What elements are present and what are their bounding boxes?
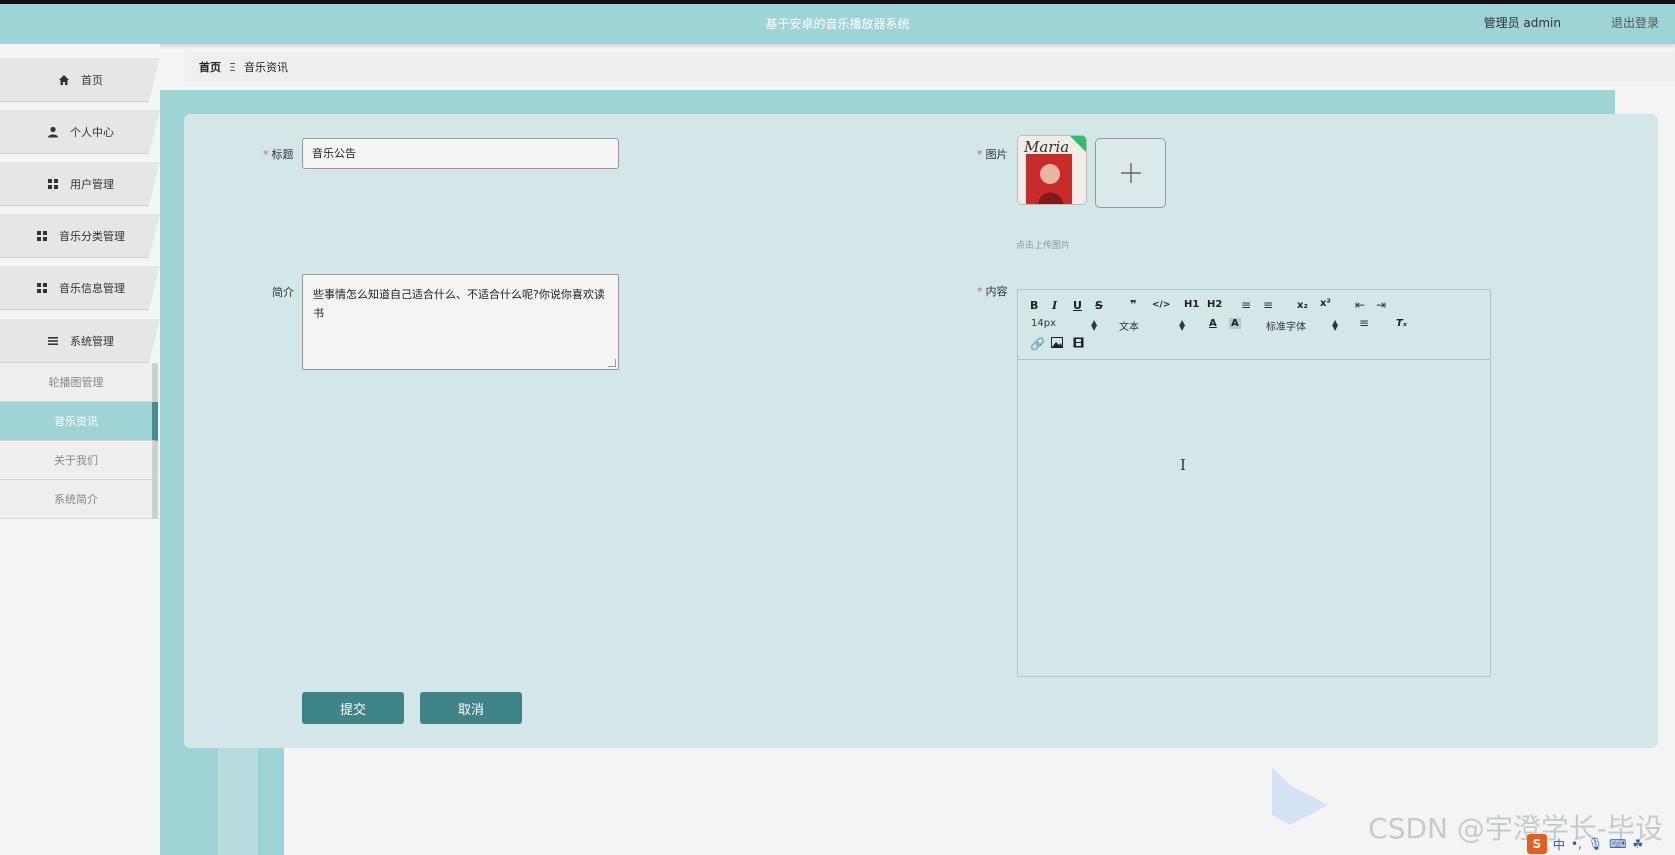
sidebar-subitem-music-news[interactable]: 音乐资讯	[0, 402, 158, 441]
image-label: * 图片	[977, 148, 1008, 161]
font-color-button[interactable]: A	[1209, 318, 1217, 329]
clear-format-button[interactable]: Tₓ	[1396, 318, 1407, 329]
current-user: 管理员 admin	[1483, 16, 1561, 30]
bold-button[interactable]: B	[1030, 299, 1038, 312]
sidebar-subitem-system-intro[interactable]: 系统简介	[0, 480, 158, 519]
select-caret-icon: ▲ ▼	[1091, 318, 1098, 332]
font-family-select[interactable]: 标准字体	[1266, 318, 1306, 333]
grid-icon	[46, 177, 60, 191]
intro-text: 些事情怎么知道自己适合什么、不适合什么呢?你说你喜欢读书	[313, 288, 605, 320]
title-label: * 标题	[263, 148, 294, 161]
title-input[interactable]: 音乐公告	[302, 138, 619, 169]
grid-icon	[35, 229, 49, 243]
user-icon	[46, 125, 60, 139]
select-caret-icon: ▲ ▼	[1179, 318, 1186, 332]
image-upload-button[interactable]	[1095, 138, 1166, 208]
link-icon[interactable]: 🔗	[1030, 337, 1045, 351]
text-cursor-icon: I	[1180, 456, 1186, 474]
sidebar-item-label: 个人中心	[70, 126, 114, 139]
sogou-ime-icon[interactable]: S	[1527, 834, 1547, 854]
image-icon[interactable]	[1051, 337, 1063, 351]
h1-button[interactable]: H1	[1184, 299, 1199, 310]
punctuation-icon[interactable]: •,	[1571, 837, 1582, 851]
code-button[interactable]: </>	[1152, 300, 1170, 310]
sidebar-item-system[interactable]: 系统管理	[0, 319, 160, 363]
quote-button[interactable]: ❞	[1130, 298, 1136, 311]
indent-button[interactable]: ⇥	[1376, 298, 1386, 312]
sidebar-item-label: 首页	[81, 74, 103, 87]
underline-button[interactable]: U	[1073, 299, 1082, 312]
microphone-icon[interactable]: 🎙	[1588, 837, 1603, 851]
sidebar-subitem-about-us[interactable]: 关于我们	[0, 441, 158, 480]
superscript-button[interactable]: x²	[1320, 298, 1331, 309]
logout-link[interactable]: 退出登录	[1611, 14, 1659, 31]
ime-toolbar: S 中 •, 🎙 ⌨ ☘	[1527, 833, 1675, 855]
resize-handle[interactable]	[608, 359, 616, 367]
breadcrumb-home[interactable]: 首页	[199, 59, 221, 75]
content-background-strip	[218, 745, 258, 855]
top-header: 基于安卓的音乐播放器系统 管理员 admin 退出登录	[0, 4, 1675, 44]
skin-icon[interactable]: ☘	[1632, 837, 1643, 851]
sidebar-item-music-category[interactable]: 音乐分类管理	[0, 214, 160, 258]
outdent-button[interactable]: ⇤	[1355, 298, 1365, 312]
strike-button[interactable]: S	[1095, 299, 1103, 312]
intro-label: 简介	[272, 286, 294, 299]
subscript-button[interactable]: x₂	[1297, 300, 1308, 311]
intro-textarea[interactable]: 些事情怎么知道自己适合什么、不适合什么呢?你说你喜欢读书	[302, 274, 619, 370]
editor-toolbar: B I U S ❞ </> H1 H2 ≡ ≡ x₂ x² ⇤ ⇥ 14px ▲…	[1018, 290, 1490, 360]
content-label: * 内容	[977, 285, 1008, 298]
album-cover-title: Maria	[1023, 138, 1069, 156]
grid-icon	[35, 281, 49, 295]
list-icon	[46, 334, 60, 348]
upload-tip: 点击上传图片	[1016, 241, 1071, 251]
h2-button[interactable]: H2	[1207, 299, 1222, 310]
sidebar-item-label: 用户管理	[70, 178, 114, 191]
bullet-list-button[interactable]: ≡	[1263, 298, 1273, 312]
align-button[interactable]: ≡	[1359, 316, 1369, 330]
plus-icon	[1120, 163, 1141, 183]
breadcrumb: 首页 Ξ 音乐资讯	[185, 52, 1675, 82]
sidebar-item-home[interactable]: 首页	[0, 58, 160, 102]
home-icon	[57, 73, 71, 87]
sidebar-item-music-info[interactable]: 音乐信息管理	[0, 266, 160, 310]
breadcrumb-separator: Ξ	[229, 60, 236, 74]
ime-mode[interactable]: 中	[1553, 836, 1565, 853]
uploaded-image-thumbnail[interactable]: Maria	[1017, 135, 1087, 205]
submit-button[interactable]: 提交	[302, 692, 404, 724]
sidebar-subitem-carousel[interactable]: 轮播图管理	[0, 363, 158, 402]
sidebar-item-label: 音乐信息管理	[59, 282, 125, 295]
keyboard-icon[interactable]: ⌨	[1609, 837, 1626, 851]
background-color-button[interactable]: A	[1229, 318, 1241, 329]
italic-button[interactable]: I	[1052, 299, 1057, 312]
video-icon[interactable]	[1073, 337, 1084, 351]
sidebar-item-label: 音乐分类管理	[59, 230, 125, 243]
breadcrumb-current: 音乐资讯	[243, 61, 288, 74]
cancel-button[interactable]: 取消	[420, 692, 522, 724]
sidebar-item-users[interactable]: 用户管理	[0, 162, 160, 206]
ordered-list-button[interactable]: ≡	[1241, 298, 1251, 312]
font-size-select[interactable]: 14px	[1031, 318, 1056, 329]
rich-text-editor: B I U S ❞ </> H1 H2 ≡ ≡ x₂ x² ⇤ ⇥ 14px ▲…	[1017, 289, 1491, 677]
sidebar-item-profile[interactable]: 个人中心	[0, 110, 160, 154]
app-title: 基于安卓的音乐播放器系统	[765, 17, 910, 31]
watermark-logo-icon	[1270, 765, 1330, 831]
text-style-select[interactable]: 文本	[1119, 318, 1139, 333]
sidebar-item-label: 系统管理	[70, 335, 114, 348]
select-caret-icon: ▲ ▼	[1332, 318, 1339, 332]
